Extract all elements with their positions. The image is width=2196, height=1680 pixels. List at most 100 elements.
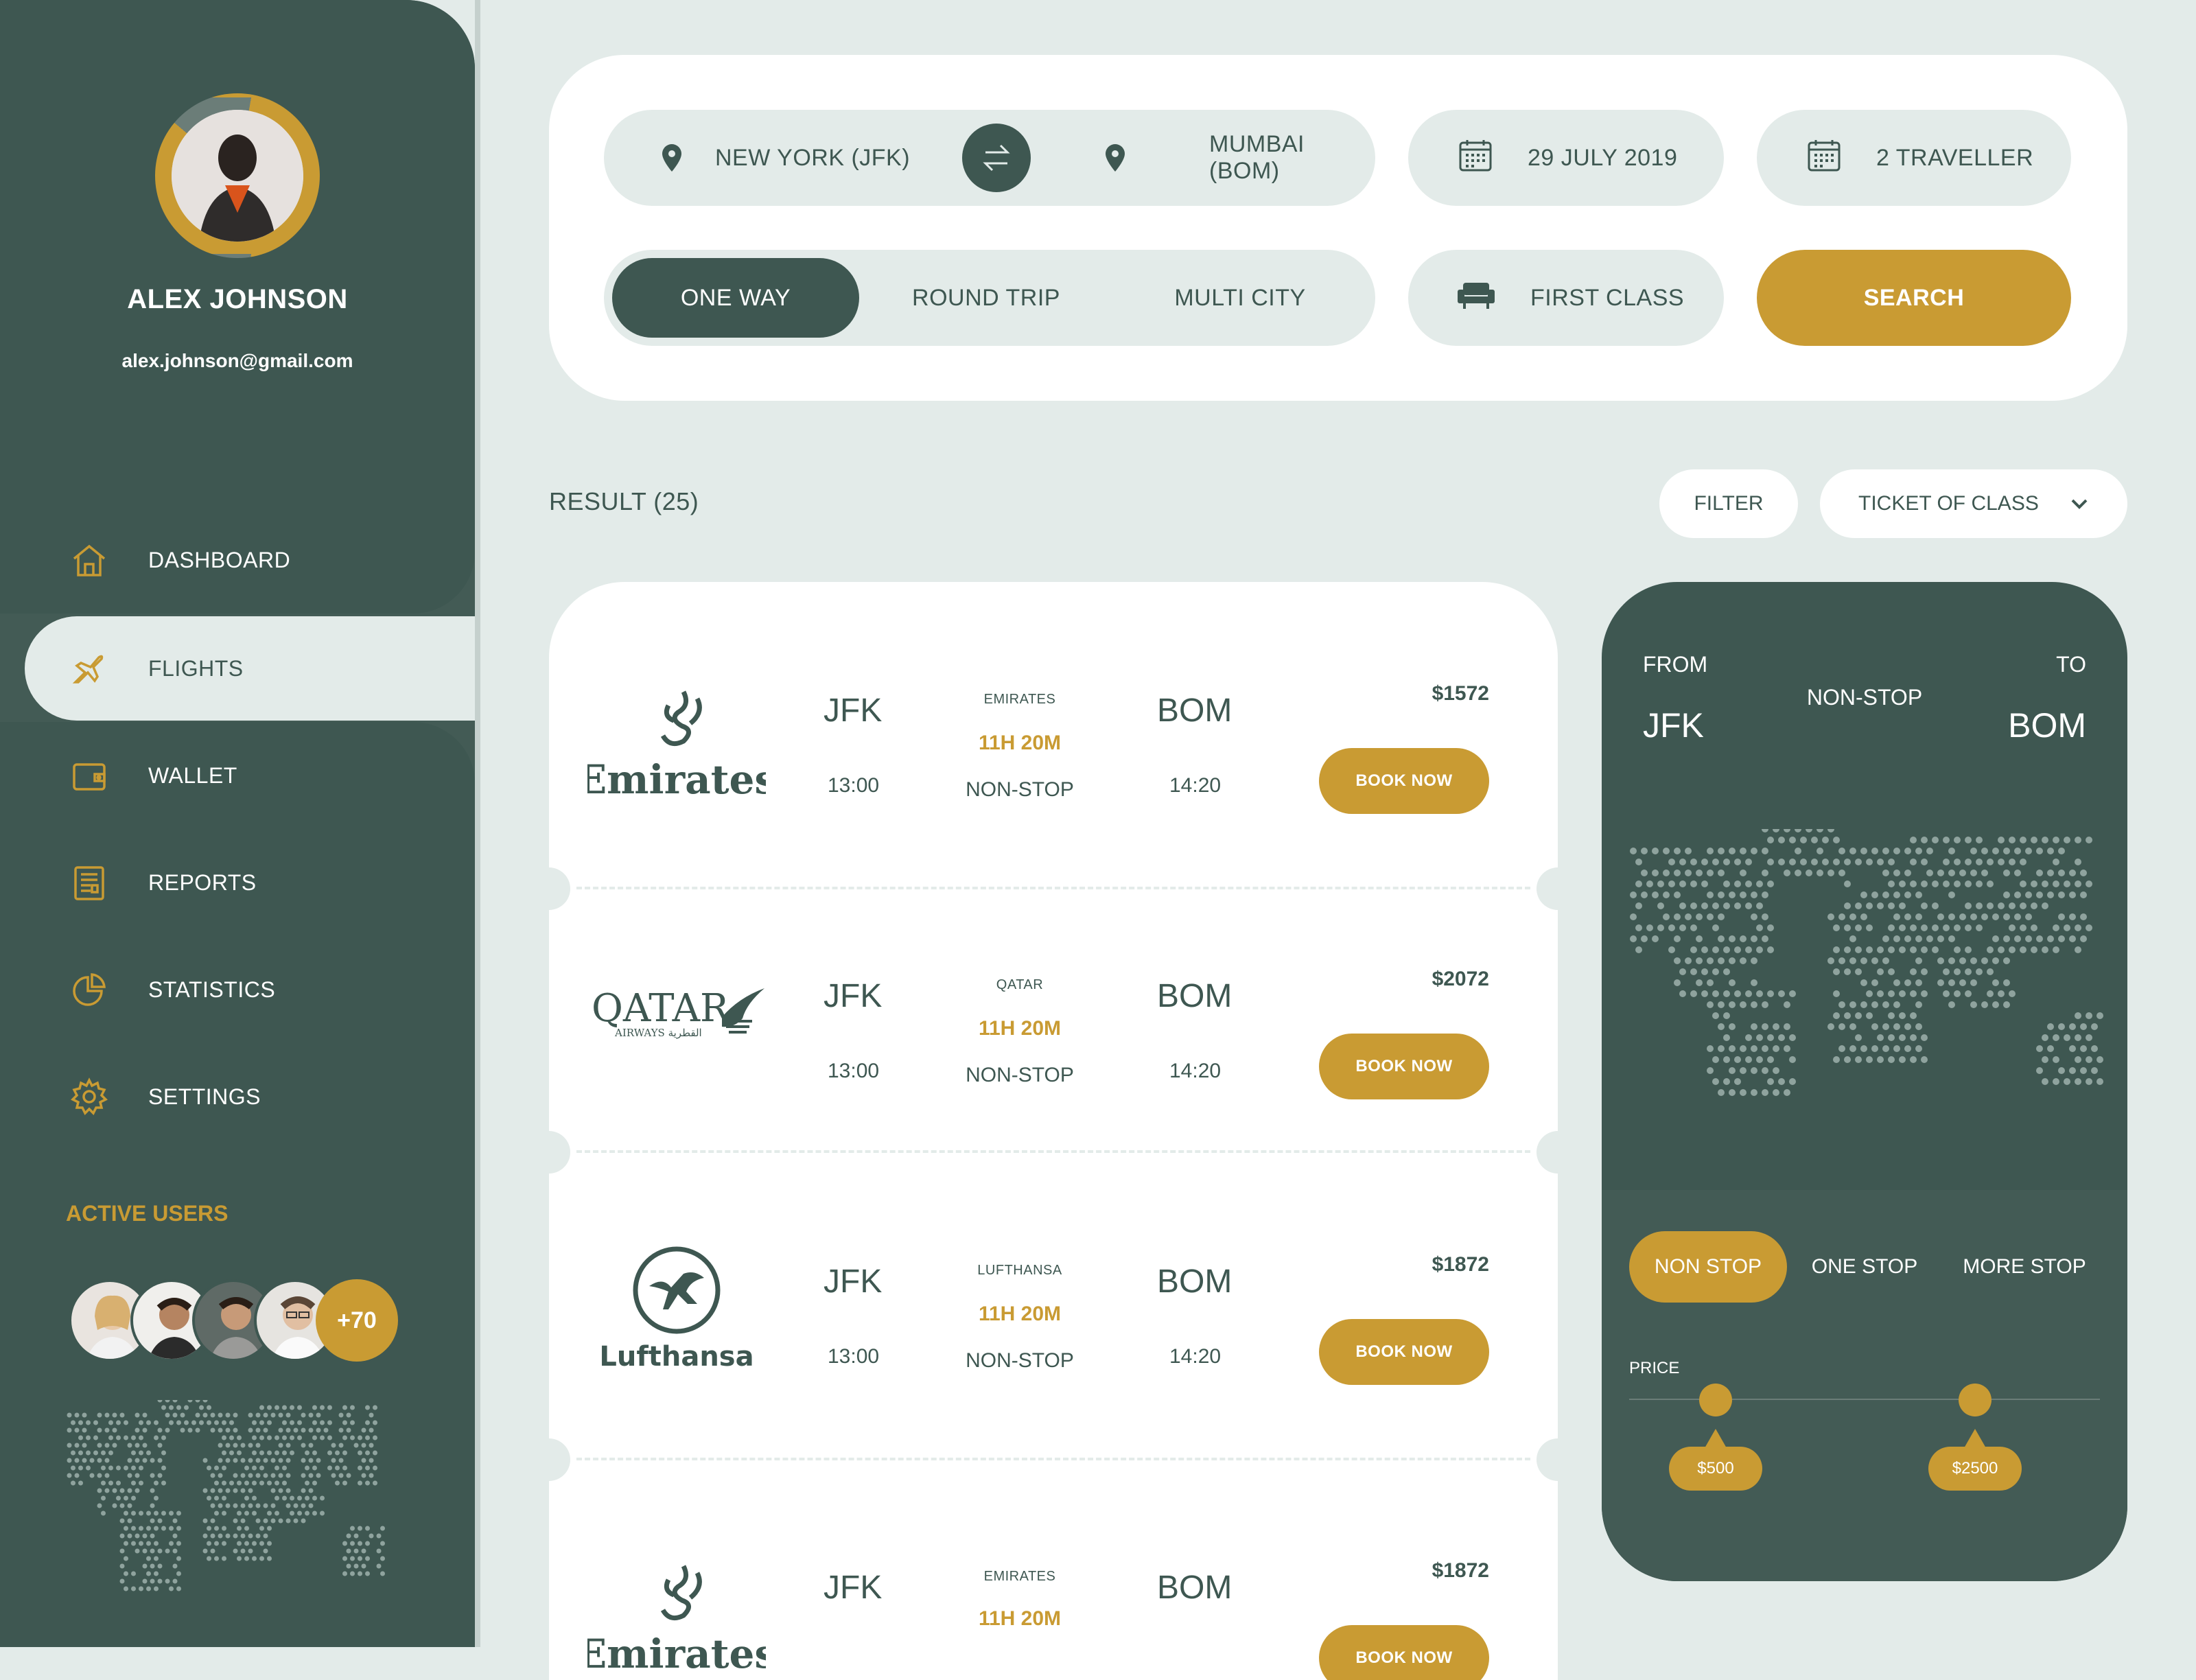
svg-text:Emirates: Emirates	[587, 1631, 766, 1677]
trip-type-round-trip[interactable]: ROUND TRIP	[859, 250, 1113, 346]
trip-type-segmented: ONE WAY ROUND TRIP MULTI CITY	[604, 250, 1375, 346]
user-email: alex.johnson@gmail.com	[121, 350, 353, 371]
route-filter-card: FROM NON-STOP TO JFK BOM NON STOP ONE ST…	[1602, 582, 2127, 1581]
plane-icon	[69, 648, 110, 689]
origin-code: JFK	[824, 978, 883, 1014]
results-list: Emirates JFK 13:00 EMIRATES 11H 20M NON-…	[549, 582, 1558, 1680]
flight-duration: 11H 20M	[978, 1303, 1062, 1325]
departure-time: 13:00	[828, 1345, 880, 1368]
price-max-value: $2500	[1928, 1447, 2022, 1491]
profile-avatar[interactable]	[155, 93, 320, 258]
flight-duration: 11H 20M	[978, 1017, 1062, 1040]
destination-code: BOM	[1157, 692, 1233, 729]
flight-price: $1572	[1432, 682, 1489, 705]
location-pin-icon	[662, 144, 682, 178]
destination-input[interactable]: MUMBAI (BOM)	[1209, 131, 1375, 185]
price-label: PRICE	[1629, 1359, 1680, 1377]
book-now-button[interactable]: BOOK NOW	[1319, 1034, 1489, 1099]
nav-label: SETTINGS	[148, 1084, 261, 1109]
arrival-time: 14:20	[1169, 1060, 1222, 1082]
pie-chart-icon	[69, 969, 110, 1010]
avatar-photo	[172, 110, 303, 242]
price-max-handle[interactable]	[1959, 1384, 1991, 1416]
ticket-class-dropdown[interactable]: TICKET OF CLASS	[1820, 469, 2127, 538]
swap-route-button[interactable]	[962, 124, 1031, 192]
trip-type-one-way[interactable]: ONE WAY	[612, 258, 859, 338]
stop-filter-more-stop[interactable]: MORE STOP	[1942, 1231, 2107, 1303]
svg-text:Emirates: Emirates	[587, 756, 766, 803]
book-now-button[interactable]: BOOK NOW	[1319, 1319, 1489, 1385]
stop-info: NON-STOP	[966, 778, 1074, 801]
nav-label: WALLET	[148, 762, 237, 788]
departure-time: 13:00	[828, 1060, 880, 1082]
sidebar: ALEX JOHNSON alex.johnson@gmail.com DASH…	[0, 0, 475, 1647]
more-users-badge[interactable]: +70	[316, 1279, 398, 1362]
active-users-title: ACTIVE USERS	[66, 1201, 229, 1226]
gear-icon	[69, 1076, 110, 1117]
world-map-icon	[67, 1400, 385, 1591]
nav-item-dashboard[interactable]: DASHBOARD	[25, 508, 475, 612]
book-now-button[interactable]: BOOK NOW	[1319, 748, 1489, 814]
scrollbar[interactable]	[475, 0, 480, 1647]
airline-name: LUFTHANSA	[977, 1263, 1062, 1278]
search-button[interactable]: SEARCH	[1757, 250, 2071, 346]
airline-name: EMIRATES	[983, 692, 1056, 707]
report-icon	[69, 862, 110, 903]
stop-filter-one-stop[interactable]: ONE STOP	[1786, 1231, 1943, 1303]
nav-item-settings[interactable]: SETTINGS	[25, 1045, 475, 1149]
cabin-class-field[interactable]: FIRST CLASS	[1408, 250, 1724, 346]
calendar-icon	[1458, 137, 1493, 179]
nav-label: REPORTS	[148, 870, 257, 895]
date-field[interactable]: 29 JULY 2019	[1408, 110, 1724, 206]
traveller-field[interactable]: 2 TRAVELLER	[1757, 110, 2071, 206]
arrival-time: 14:20	[1169, 1345, 1222, 1368]
destination-code: BOM	[1157, 978, 1233, 1014]
calendar-icon	[1806, 137, 1842, 179]
trip-type-multi-city[interactable]: MULTI CITY	[1113, 250, 1367, 346]
stop-info: NON-STOP	[966, 1349, 1074, 1372]
origin-code: JFK	[824, 1570, 883, 1606]
date-value: 29 JULY 2019	[1528, 144, 1678, 171]
flight-price: $1872	[1432, 1253, 1489, 1276]
stop-filter-non-stop[interactable]: NON STOP	[1629, 1231, 1787, 1303]
svg-text:Lufthansa: Lufthansa	[599, 1341, 754, 1373]
seat-icon	[1458, 281, 1495, 315]
nav-item-statistics[interactable]: STATISTICS	[25, 937, 475, 1042]
flight-duration: 11H 20M	[978, 1607, 1062, 1630]
nav-label: STATISTICS	[148, 977, 276, 1002]
to-label: TO	[2056, 652, 2086, 677]
swap-icon	[983, 144, 1010, 172]
ticket-class-label: TICKET OF CLASS	[1858, 492, 2039, 515]
nav-label: DASHBOARD	[148, 547, 291, 572]
svg-text:AIRWAYS القطرية: AIRWAYS القطرية	[614, 1027, 702, 1039]
traveller-value: 2 TRAVELLER	[1876, 144, 2034, 171]
route-field[interactable]: NEW YORK (JFK) MUMBAI (BOM)	[604, 110, 1375, 206]
search-card: NEW YORK (JFK) MUMBAI (BOM) 29 JULY 2019…	[549, 55, 2127, 401]
to-code: BOM	[2008, 706, 2086, 745]
flight-duration: 11H 20M	[978, 732, 1062, 754]
result-count: RESULT (25)	[549, 487, 699, 515]
origin-code: JFK	[824, 1263, 883, 1300]
user-name: ALEX JOHNSON	[127, 284, 348, 314]
airline-name: QATAR	[996, 977, 1044, 992]
from-code: JFK	[1643, 706, 1704, 745]
nav-item-flights[interactable]: FLIGHTS	[25, 616, 475, 721]
svg-text:QATAR: QATAR	[592, 986, 730, 1031]
location-pin-icon	[1105, 144, 1125, 178]
arrival-time: 14:20	[1169, 774, 1222, 797]
from-label: FROM	[1643, 652, 1708, 677]
flight-price: $1872	[1432, 1559, 1489, 1582]
nav-item-reports[interactable]: REPORTS	[25, 830, 475, 935]
qatar-airways-logo: QATAR AIRWAYS القطرية	[587, 970, 766, 1053]
home-icon	[69, 539, 110, 581]
nav-label: FLIGHTS	[148, 655, 244, 681]
origin-input[interactable]: NEW YORK (JFK)	[715, 145, 910, 172]
lufthansa-logo: Lufthansa	[587, 1246, 766, 1377]
filter-button[interactable]: FILTER	[1659, 469, 1798, 538]
price-min-handle[interactable]	[1699, 1384, 1732, 1416]
world-map-icon	[1630, 829, 2103, 1096]
flight-price: $2072	[1432, 968, 1489, 990]
book-now-button[interactable]: BOOK NOW	[1319, 1625, 1489, 1680]
airline-name: EMIRATES	[983, 1569, 1056, 1584]
nav-item-wallet[interactable]: WALLET	[25, 723, 475, 828]
